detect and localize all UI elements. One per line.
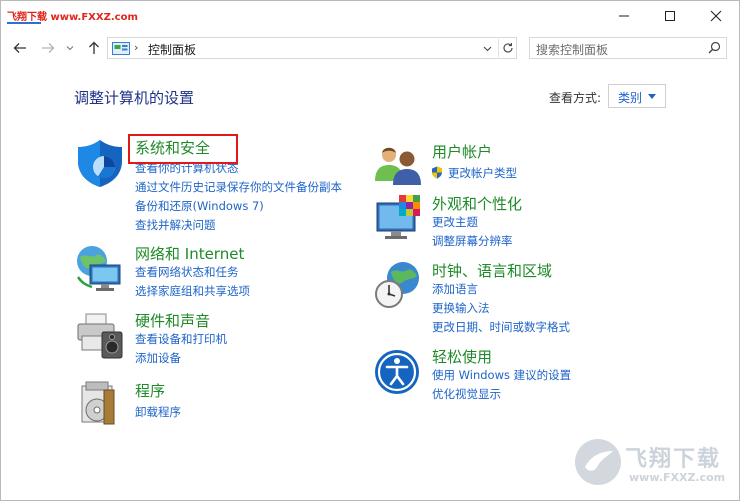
- control-panel-icon: [112, 42, 130, 55]
- control-panel-window: 飞翔下载 www.FXXZ.com › 控制面板 搜索控制面板 调整计算机的设置…: [0, 0, 740, 501]
- view-by-value: 类别: [618, 91, 643, 105]
- user-accounts-title[interactable]: 用户帐户: [432, 141, 492, 162]
- close-icon: [710, 10, 722, 22]
- link-date-time-format[interactable]: 更改日期、时间或数字格式: [432, 319, 570, 335]
- category-ease-of-access: 轻松使用 使用 Windows 建议的设置 优化视觉显示: [373, 346, 653, 406]
- address-bar[interactable]: › 控制面板: [107, 37, 517, 59]
- recent-locations-button[interactable]: [63, 37, 77, 59]
- minimize-button[interactable]: [601, 1, 647, 31]
- page-title: 调整计算机的设置: [74, 89, 195, 107]
- link-add-device[interactable]: 添加设备: [135, 350, 181, 366]
- view-by-dropdown[interactable]: 类别: [608, 84, 666, 108]
- forward-arrow-icon: [42, 43, 55, 53]
- category-appearance: 外观和个性化 更改主题 调整屏幕分辨率: [373, 193, 653, 253]
- uac-shield-icon: [432, 166, 442, 179]
- ease-of-access-title[interactable]: 轻松使用: [432, 346, 492, 367]
- network-globe-icon: [76, 246, 121, 291]
- link-uninstall-program[interactable]: 卸载程序: [135, 404, 181, 420]
- refresh-button[interactable]: [498, 39, 516, 57]
- shield-icon: [78, 140, 122, 187]
- clock-globe-icon: [375, 262, 419, 308]
- link-network-status[interactable]: 查看网络状态和任务: [135, 264, 239, 280]
- link-add-language[interactable]: 添加语言: [432, 281, 478, 297]
- link-backup-restore[interactable]: 备份和还原(Windows 7): [135, 198, 264, 214]
- link-troubleshoot[interactable]: 查找并解决问题: [135, 217, 216, 233]
- watermark-logo-icon: [575, 439, 621, 485]
- breadcrumb-control-panel[interactable]: 控制面板: [148, 41, 196, 58]
- search-icon: [708, 41, 721, 54]
- maximize-icon: [665, 11, 675, 21]
- link-file-history-backup[interactable]: 通过文件历史记录保存你的文件备份副本: [135, 179, 342, 195]
- users-icon: [375, 147, 421, 185]
- back-arrow-icon: [13, 43, 26, 53]
- highlight-box: [128, 134, 238, 164]
- close-button[interactable]: [693, 1, 739, 31]
- clock-language-region-title[interactable]: 时钟、语言和区域: [432, 260, 552, 281]
- link-devices-printers[interactable]: 查看设备和打印机: [135, 331, 227, 347]
- view-by-label: 查看方式:: [549, 91, 602, 105]
- chevron-down-icon: [66, 46, 74, 51]
- maximize-button[interactable]: [647, 1, 693, 31]
- forward-button[interactable]: [37, 37, 59, 59]
- link-change-account-type[interactable]: 更改帐户类型: [448, 165, 517, 181]
- category-user-accounts: 用户帐户 更改帐户类型: [373, 141, 653, 191]
- watermark-text: 飞翔下载: [625, 447, 722, 472]
- category-clock-language-region: 时钟、语言和区域 添加语言 更换输入法 更改日期、时间或数字格式: [373, 260, 653, 340]
- link-screen-resolution[interactable]: 调整屏幕分辨率: [432, 233, 513, 249]
- programs-icon: [81, 381, 115, 425]
- up-arrow-icon: [89, 41, 99, 54]
- network-title[interactable]: 网络和 Internet: [135, 243, 244, 264]
- up-button[interactable]: [83, 37, 105, 59]
- link-homegroup-sharing[interactable]: 选择家庭组和共享选项: [135, 283, 250, 299]
- site-brand: 飞翔下载 www.FXXZ.com: [7, 12, 138, 23]
- back-button[interactable]: [9, 37, 31, 59]
- hardware-title[interactable]: 硬件和声音: [135, 310, 210, 331]
- link-windows-recommended-settings[interactable]: 使用 Windows 建议的设置: [432, 367, 571, 383]
- address-history-button[interactable]: [478, 40, 496, 58]
- brand-underline: [7, 22, 41, 24]
- title-bar: 飞翔下载 www.FXXZ.com: [1, 1, 739, 31]
- ease-of-access-icon: [375, 350, 419, 394]
- category-programs: 程序 卸载程序: [74, 380, 364, 430]
- appearance-monitor-icon: [376, 195, 420, 239]
- category-hardware: 硬件和声音 查看设备和打印机 添加设备: [74, 310, 364, 370]
- category-network: 网络和 Internet 查看网络状态和任务 选择家庭组和共享选项: [74, 243, 364, 303]
- link-change-input-method[interactable]: 更换输入法: [432, 300, 490, 316]
- navigation-bar: › 控制面板 搜索控制面板: [1, 33, 739, 63]
- watermark: 飞翔下载 www.FXXZ.com: [573, 435, 733, 493]
- refresh-icon: [502, 43, 513, 53]
- search-input[interactable]: 搜索控制面板: [536, 41, 608, 58]
- link-change-theme[interactable]: 更改主题: [432, 214, 478, 230]
- printer-speaker-icon: [77, 313, 123, 359]
- search-box[interactable]: 搜索控制面板: [529, 37, 727, 59]
- watermark-url: www.FXXZ.com: [629, 471, 726, 484]
- dropdown-arrow-icon: [648, 94, 656, 99]
- minimize-icon: [619, 15, 629, 17]
- breadcrumb-separator: ›: [134, 41, 139, 54]
- link-optimize-visual-display[interactable]: 优化视觉显示: [432, 386, 501, 402]
- chevron-down-icon: [483, 46, 491, 52]
- programs-title[interactable]: 程序: [135, 380, 165, 401]
- appearance-title[interactable]: 外观和个性化: [432, 193, 522, 214]
